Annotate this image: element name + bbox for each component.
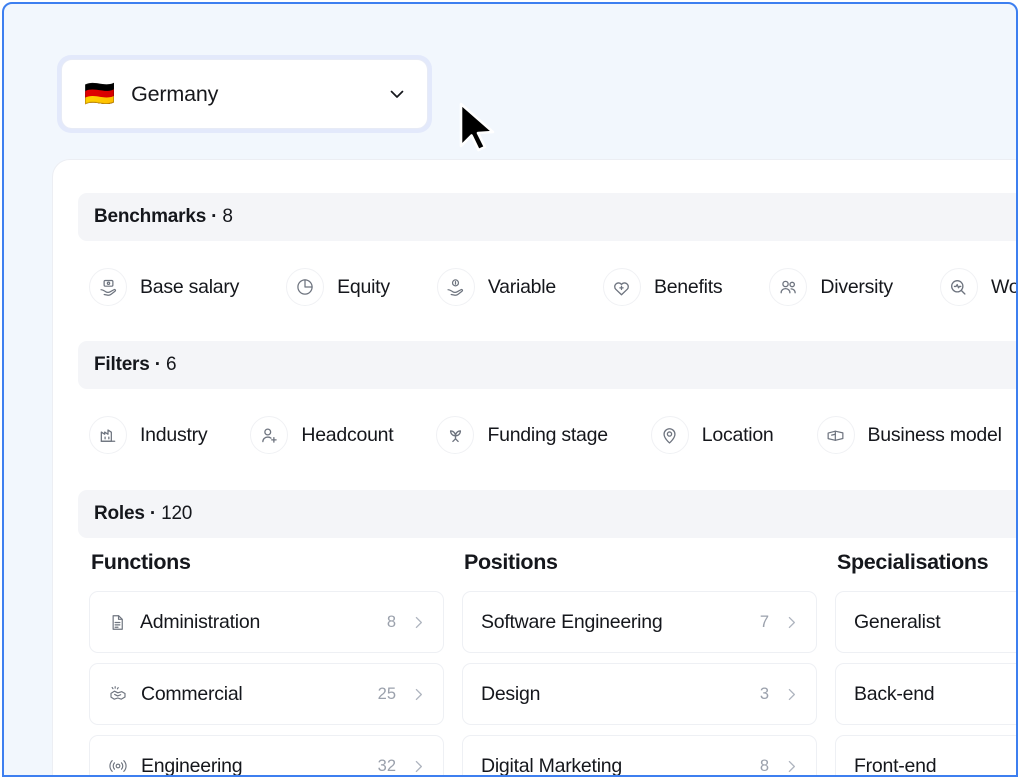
section-header-filters: Filters · 6 [78,341,1018,389]
broadcast-icon [108,756,128,776]
role-card-label: Back-end [854,683,1018,706]
roles-column-functions: Functions Administration 8 [89,550,444,777]
benchmark-chip-base-salary[interactable]: Base salary [89,265,239,309]
section-header-benchmarks: Benchmarks · 8 [78,193,1018,241]
mouse-cursor [457,102,503,154]
country-selector[interactable]: 🇩🇪 Germany [61,59,428,129]
role-card-count: 8 [760,757,769,776]
section-header-filters-title: Filters · 6 [94,354,176,376]
benchmark-chip-label: Workf [991,276,1018,299]
section-header-benchmarks-title: Benchmarks · 8 [94,206,233,228]
role-card-software-engineering[interactable]: Software Engineering 7 [462,591,817,653]
filter-chip-label: Headcount [301,424,393,447]
role-card-count: 7 [760,613,769,632]
filter-chip-funding-stage[interactable]: Funding stage [436,413,607,457]
filter-chip-label: Location [702,424,774,447]
role-card-label: Generalist [854,611,1018,634]
section-header-roles: Roles · 120 [78,490,1018,538]
sprout-icon [436,416,474,454]
germany-flag-icon: 🇩🇪 [84,82,115,107]
heart-plus-icon [603,268,641,306]
chevron-right-icon[interactable] [783,686,800,703]
two-people-icon [769,268,807,306]
section-header-roles-title: Roles · 120 [94,503,192,525]
benchmark-chip-variable[interactable]: Variable [437,265,556,309]
chevron-right-icon[interactable] [783,758,800,775]
role-card-label: Engineering [141,755,378,777]
roles-column-specialisations: Specialisations Generalist Back-end Fron… [835,550,1018,777]
hand-holding-banknote-icon [89,268,127,306]
filter-chip-industry[interactable]: Industry [89,413,207,457]
benchmark-chip-diversity[interactable]: Diversity [769,265,893,309]
role-card-count: 8 [387,613,396,632]
chevron-right-icon[interactable] [783,614,800,631]
role-card-label: Front-end [854,755,1018,777]
roles-column-positions: Positions Software Engineering 7 Design … [462,550,817,777]
benchmark-chip-label: Base salary [140,276,239,299]
role-card-label: Administration [140,611,387,634]
role-card-digital-marketing[interactable]: Digital Marketing 8 [462,735,817,777]
role-card-count: 25 [378,685,396,704]
benchmark-chip-equity[interactable]: Equity [286,265,390,309]
country-selector-focus-ring: 🇩🇪 Germany [57,55,432,133]
roles-column-title: Specialisations [835,550,1018,575]
role-card-label: Design [481,683,760,706]
role-card-count: 32 [378,757,396,776]
person-plus-icon [250,416,288,454]
roles-column-title: Positions [462,550,817,575]
filter-chip-headcount[interactable]: Headcount [250,413,393,457]
roles-columns: Functions Administration 8 [89,550,1018,777]
role-card-back-end[interactable]: Back-end [835,663,1018,725]
country-selector-value: Germany [131,82,387,107]
role-card-label: Commercial [141,683,378,706]
hand-holding-coin-icon [437,268,475,306]
handshake-icon [108,684,128,704]
filter-chip-label: Industry [140,424,207,447]
benchmark-chip-label: Equity [337,276,390,299]
filter-chip-business-model[interactable]: Business model [817,413,1002,457]
filter-chip-label: Business model [868,424,1002,447]
role-card-generalist[interactable]: Generalist [835,591,1018,653]
pie-chart-icon [286,268,324,306]
role-card-front-end[interactable]: Front-end [835,735,1018,777]
benchmark-chip-row: Base salary Equity [89,265,1018,309]
chevron-right-icon[interactable] [410,758,427,775]
filter-chip-row: Industry Headcount [89,413,1002,457]
magnifier-pulse-icon [940,268,978,306]
document-icon [108,613,127,632]
role-card-engineering[interactable]: Engineering 32 [89,735,444,777]
factory-icon [89,416,127,454]
benchmark-chip-workforce[interactable]: Workf [940,265,1018,309]
filter-chip-location[interactable]: Location [651,413,774,457]
benchmark-chip-label: Variable [488,276,556,299]
role-card-label: Software Engineering [481,611,760,634]
benchmark-chip-benefits[interactable]: Benefits [603,265,722,309]
role-card-commercial[interactable]: Commercial 25 [89,663,444,725]
filter-chip-label: Funding stage [487,424,607,447]
map-pin-icon [651,416,689,454]
role-card-count: 3 [760,685,769,704]
banknotes-icon [817,416,855,454]
chevron-right-icon[interactable] [410,614,427,631]
browser-viewport: 🇩🇪 Germany Benchmarks · 8 [2,2,1018,777]
main-content-card: Benchmarks · 8 Base salary [52,159,1018,777]
chevron-down-icon[interactable] [387,84,407,104]
benchmark-chip-label: Diversity [820,276,893,299]
role-card-label: Digital Marketing [481,755,760,777]
chevron-right-icon[interactable] [410,686,427,703]
role-card-administration[interactable]: Administration 8 [89,591,444,653]
benchmark-chip-label: Benefits [654,276,722,299]
role-card-design[interactable]: Design 3 [462,663,817,725]
roles-column-title: Functions [89,550,444,575]
